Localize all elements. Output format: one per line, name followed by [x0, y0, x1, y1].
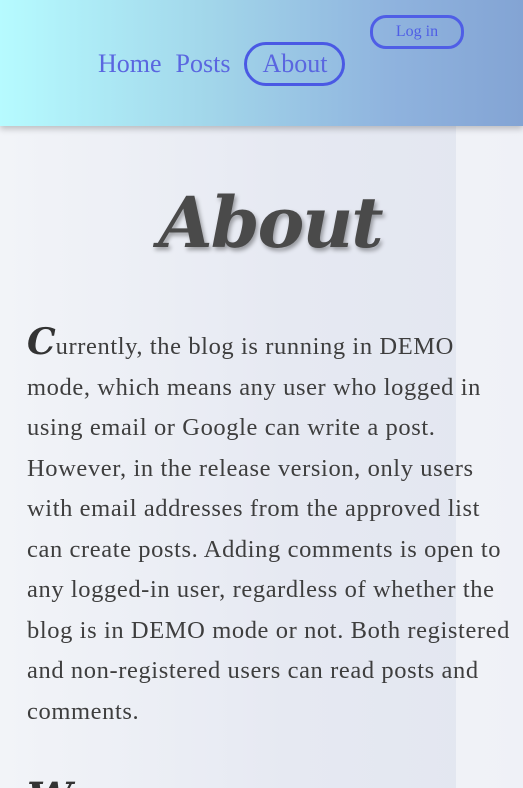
- about-paragraph: Currently, the blog is running in DEMO m…: [27, 322, 517, 732]
- site-header: Log in Home Posts About: [0, 0, 523, 126]
- login-button[interactable]: Log in: [370, 15, 464, 49]
- drop-cap: C: [27, 321, 56, 363]
- about-content: About Currently, the blog is running in …: [0, 126, 523, 788]
- nav-link-home[interactable]: Home: [98, 49, 162, 79]
- page-title: About: [158, 181, 383, 264]
- nav-link-posts[interactable]: Posts: [176, 49, 231, 79]
- main-nav: Home Posts About: [98, 42, 346, 86]
- next-section-heading: W: [27, 778, 72, 788]
- paragraph-text: urrently, the blog is running in DEMO mo…: [27, 333, 510, 725]
- nav-link-about[interactable]: About: [244, 42, 346, 86]
